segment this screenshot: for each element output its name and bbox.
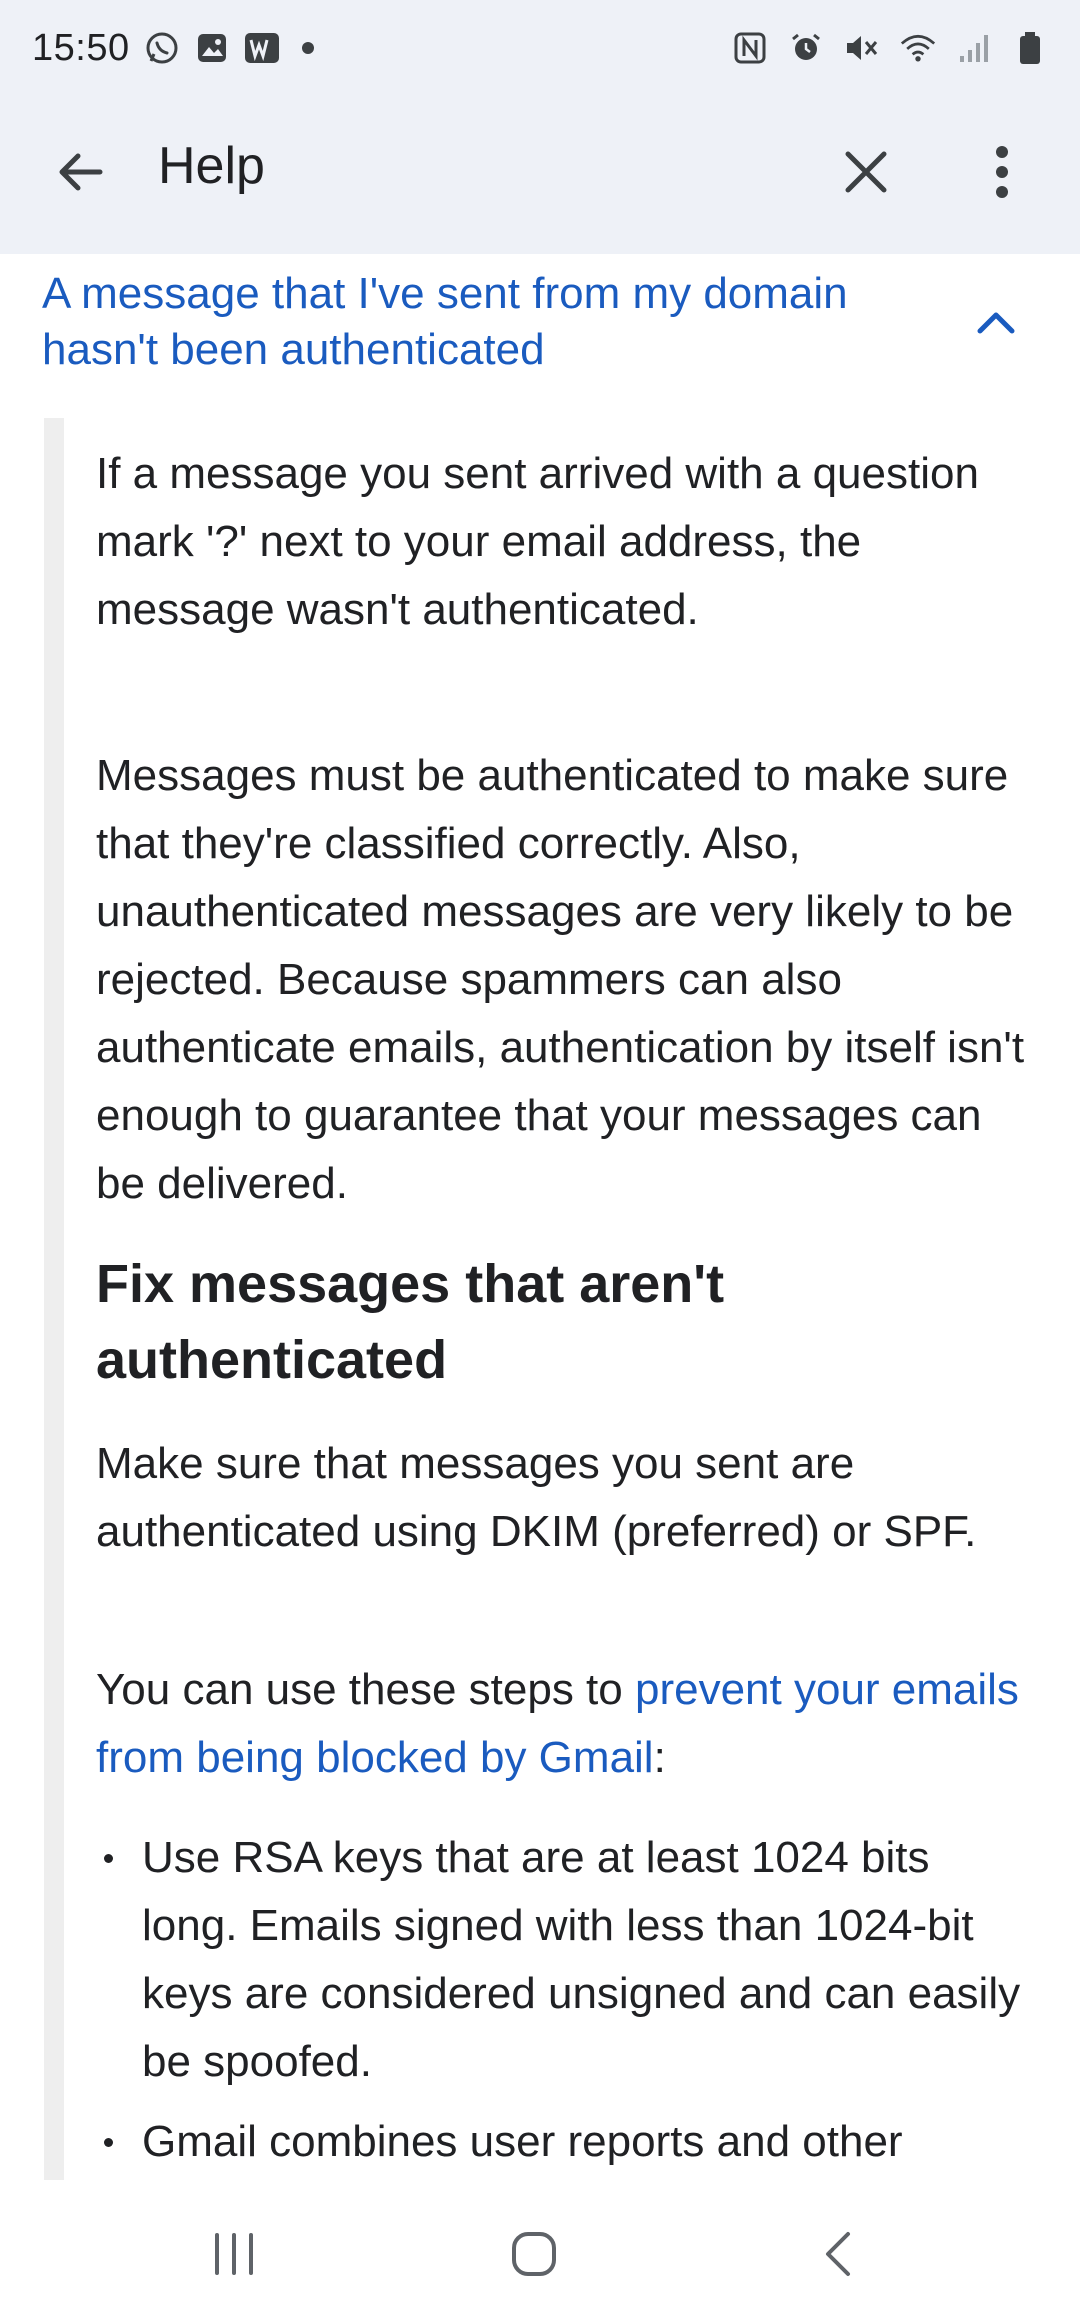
paragraph-3: Make sure that messages you sent are aut…: [96, 1439, 977, 1556]
bullet-dot: [104, 1854, 113, 1863]
paragraph-1: If a message you sent arrived with a que…: [96, 449, 979, 634]
paragraph-2: Messages must be authenticated to make s…: [96, 751, 1025, 1208]
chevron-up-icon[interactable]: [966, 292, 1026, 352]
whatsapp-icon: [144, 30, 180, 66]
paragraph-4-suffix: :: [653, 1733, 666, 1782]
paragraph-4-prefix: You can use these steps to: [96, 1665, 635, 1714]
bullet-text: Gmail combines user reports and other: [142, 2117, 903, 2166]
home-icon: [512, 2232, 556, 2276]
list-item: Use RSA keys that are at least 1024 bits…: [96, 1824, 1036, 2096]
app-bar: Help: [0, 96, 1080, 254]
signal-icon: [956, 30, 992, 66]
page-title: Help: [158, 137, 265, 195]
status-left-icons: [144, 30, 314, 66]
accordion-header[interactable]: A message that I've sent from my domain …: [42, 266, 942, 378]
help-content[interactable]: A message that I've sent from my domain …: [0, 254, 1080, 2180]
w-app-icon: [244, 30, 280, 66]
alarm-icon: [788, 30, 824, 66]
bullet-dot: [104, 2138, 113, 2147]
wifi-icon: [900, 30, 936, 66]
nav-back-button[interactable]: [798, 2214, 878, 2294]
list-item: Gmail combines user reports and other: [96, 2108, 1036, 2176]
paragraph-4: You can use these steps to prevent your …: [96, 1656, 1026, 1792]
nfc-icon: [732, 30, 768, 66]
more-vert-icon: [996, 146, 1008, 198]
bullet-list: Use RSA keys that are at least 1024 bits…: [96, 1824, 1036, 2180]
panel-left-bar: [44, 418, 64, 2180]
arrow-back-icon: [59, 153, 103, 191]
close-button[interactable]: [826, 132, 906, 212]
section-heading: Fix messages that aren't authenticated: [96, 1254, 725, 1390]
recents-button[interactable]: [194, 2214, 274, 2294]
battery-icon: [1012, 30, 1048, 66]
recents-icon: [215, 2233, 253, 2275]
navigation-bar: [0, 2180, 1080, 2316]
notification-dot: [301, 42, 314, 54]
status-bar: 15:50: [0, 0, 1080, 96]
status-time: 15:50: [32, 26, 130, 69]
bullet-text: Use RSA keys that are at least 1024 bits…: [142, 1833, 1021, 2086]
back-button[interactable]: [40, 132, 120, 212]
mute-icon: [844, 30, 880, 66]
gallery-icon: [194, 30, 230, 66]
nav-back-icon: [826, 2232, 850, 2276]
close-icon: [845, 151, 887, 193]
accordion-panel: If a message you sent arrived with a que…: [44, 418, 1044, 2180]
more-options-button[interactable]: [962, 132, 1042, 212]
home-button[interactable]: [494, 2214, 574, 2294]
status-right-icons: [732, 30, 1048, 66]
